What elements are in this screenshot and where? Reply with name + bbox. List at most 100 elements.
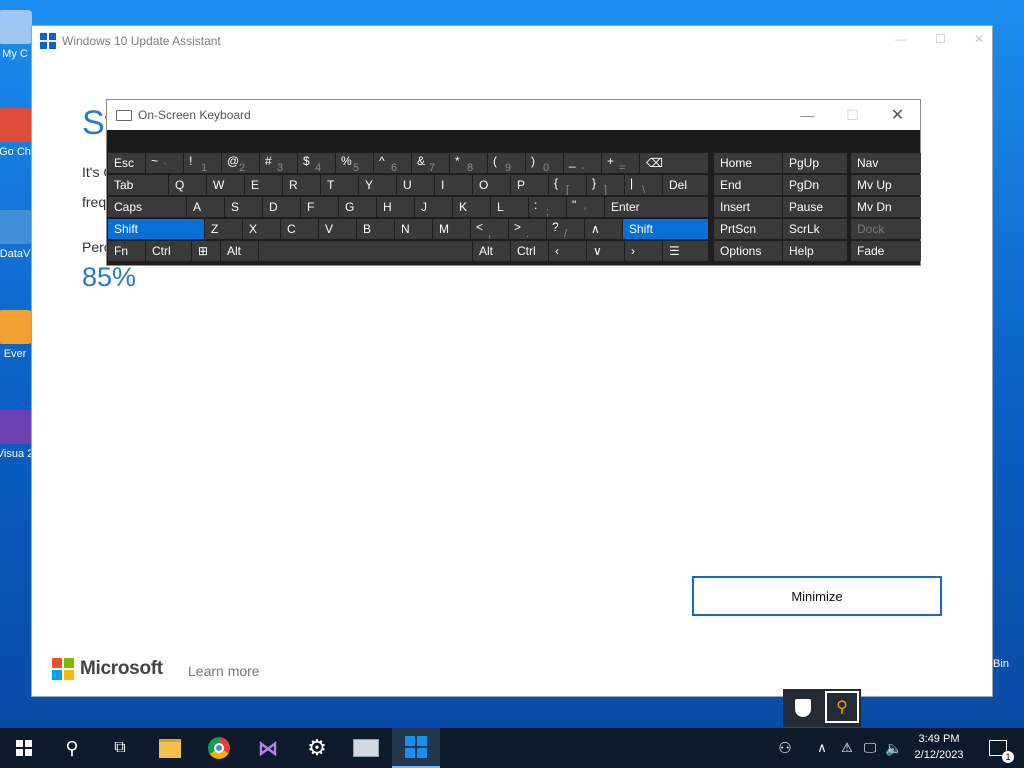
key-symbol[interactable]: ∨ [587, 241, 624, 261]
search-tool-icon[interactable]: ⚲ [825, 691, 859, 723]
settings-gear-icon[interactable]: ⚙ [293, 728, 341, 768]
key-t[interactable]: T [321, 175, 358, 195]
key-symbol[interactable]: ) 0 [526, 153, 563, 173]
key-symbol[interactable]: % 5 [336, 153, 373, 173]
key-z[interactable]: Z [205, 219, 242, 239]
key-symbol[interactable]: ‹ [549, 241, 586, 261]
key-symbol[interactable]: :; [529, 197, 566, 217]
key-dock[interactable]: Dock [851, 219, 921, 239]
key-alt[interactable]: Alt [473, 241, 510, 261]
osk-maximize-button[interactable]: ☐ [830, 100, 875, 130]
key-y[interactable]: Y [359, 175, 396, 195]
key-mvup[interactable]: Mv Up [851, 175, 921, 195]
key-j[interactable]: J [415, 197, 452, 217]
key-symbol[interactable]: <, [471, 219, 508, 239]
file-explorer-icon[interactable] [146, 728, 194, 768]
key-tab[interactable]: Tab [108, 175, 168, 195]
key-l[interactable]: L [491, 197, 528, 217]
key-fade[interactable]: Fade [851, 241, 921, 261]
key-pgdn[interactable]: PgDn [783, 175, 847, 195]
key-symbol[interactable]: ☰ [663, 241, 708, 261]
key-k[interactable]: K [453, 197, 490, 217]
key-u[interactable]: U [397, 175, 434, 195]
key-v[interactable]: V [319, 219, 356, 239]
key-help[interactable]: Help [783, 241, 847, 261]
key-d[interactable]: D [263, 197, 300, 217]
key-fn[interactable]: Fn [108, 241, 145, 261]
key-symbol[interactable]: {[ [549, 175, 586, 195]
key-enter[interactable]: Enter [605, 197, 708, 217]
key-symbol[interactable]: ? / [547, 219, 584, 239]
action-center-icon[interactable]: 1 [978, 728, 1018, 768]
key-symbol[interactable]: _ - [564, 153, 601, 173]
key-s[interactable]: S [225, 197, 262, 217]
close-window-button[interactable]: ✕ [974, 32, 984, 46]
osk-taskbar-icon[interactable] [342, 728, 390, 768]
key-ctrl[interactable]: Ctrl [146, 241, 191, 261]
key-symbol[interactable]: }] [587, 175, 624, 195]
osk-close-button[interactable]: ✕ [875, 100, 920, 130]
osk-titlebar[interactable]: On-Screen Keyboard — ☐ ✕ [107, 100, 920, 130]
minimize-window-button[interactable]: — [895, 32, 907, 46]
key-symbol[interactable]: #3 [260, 153, 297, 173]
defender-shield-icon[interactable] [795, 699, 811, 717]
key-symbol[interactable]: ! 1 [184, 153, 221, 173]
key-symbol[interactable]: ~ ` [146, 153, 183, 173]
key-symbol[interactable]: › [625, 241, 662, 261]
key-space[interactable] [259, 241, 472, 261]
osk-minimize-button[interactable]: — [785, 100, 830, 130]
key-options[interactable]: Options [714, 241, 782, 261]
key-shift[interactable]: Shift [623, 219, 708, 239]
clock-time[interactable]: 3:49 PM [906, 733, 972, 745]
key-symbol[interactable]: @2 [222, 153, 259, 173]
minimize-button[interactable]: Minimize [692, 576, 942, 616]
network-icon[interactable]: 🖵 [858, 728, 882, 768]
key-n[interactable]: N [395, 219, 432, 239]
key-w[interactable]: W [207, 175, 244, 195]
key-symbol[interactable]: (9 [488, 153, 525, 173]
maximize-window-button[interactable]: ☐ [935, 32, 946, 46]
key-symbol[interactable]: + = [602, 153, 639, 173]
clock-date[interactable]: 2/12/2023 [906, 749, 972, 761]
key-r[interactable]: R [283, 175, 320, 195]
task-view-icon[interactable]: ⧉ [96, 728, 144, 768]
key-nav[interactable]: Nav [851, 153, 921, 173]
key-h[interactable]: H [377, 197, 414, 217]
network-warning-icon[interactable]: ⚠ [836, 728, 858, 768]
key-m[interactable]: M [433, 219, 470, 239]
key-del[interactable]: Del [663, 175, 708, 195]
people-icon[interactable]: ⚇ [765, 728, 805, 768]
key-esc[interactable]: Esc [108, 153, 145, 173]
key-c[interactable]: C [281, 219, 318, 239]
key-prtscn[interactable]: PrtScn [714, 219, 782, 239]
key-symbol[interactable]: ⊞ [192, 241, 220, 261]
key-symbol[interactable]: ^ 6 [374, 153, 411, 173]
key-symbol[interactable]: " ' [567, 197, 604, 217]
key-symbol[interactable]: ∧ [585, 219, 622, 239]
key-f[interactable]: F [301, 197, 338, 217]
key-pgup[interactable]: PgUp [783, 153, 847, 173]
show-hidden-icons-chevron-icon[interactable]: ∧ [808, 728, 836, 768]
key-a[interactable]: A [187, 197, 224, 217]
key-symbol[interactable]: >. [509, 219, 546, 239]
update-assistant-taskbar-icon[interactable] [392, 728, 440, 768]
key-pause[interactable]: Pause [783, 197, 847, 217]
key-symbol[interactable]: * 8 [450, 153, 487, 173]
key-shift[interactable]: Shift [108, 219, 204, 239]
key-b[interactable]: B [357, 219, 394, 239]
key-g[interactable]: G [339, 197, 376, 217]
chrome-icon[interactable] [195, 728, 243, 768]
key-symbol[interactable]: ⌫ [640, 153, 708, 173]
key-ctrl[interactable]: Ctrl [511, 241, 548, 261]
visual-studio-icon[interactable]: ⋈ [244, 728, 292, 768]
key-symbol[interactable]: & 7 [412, 153, 449, 173]
key-mvdn[interactable]: Mv Dn [851, 197, 921, 217]
start-button[interactable] [0, 728, 48, 768]
key-q[interactable]: Q [169, 175, 206, 195]
key-caps[interactable]: Caps [108, 197, 186, 217]
learn-more-link[interactable]: Learn more [188, 663, 260, 679]
key-symbol[interactable]: | \ [625, 175, 662, 195]
key-insert[interactable]: Insert [714, 197, 782, 217]
key-scrlk[interactable]: ScrLk [783, 219, 847, 239]
update-assistant-titlebar[interactable]: Windows 10 Update Assistant — ☐ ✕ [32, 26, 992, 56]
